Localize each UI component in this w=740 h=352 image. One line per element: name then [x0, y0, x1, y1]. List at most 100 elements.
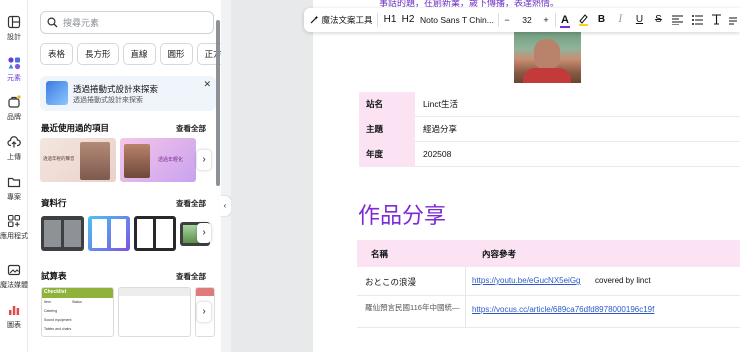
list-icon [691, 15, 703, 25]
chevron-right-icon[interactable]: › [197, 302, 211, 322]
recent-item-2[interactable]: 透過年輕化 [120, 138, 196, 182]
chip-line[interactable]: 直線 [122, 43, 156, 65]
filter-chips: 表格長方形直線圓形正方形 [40, 43, 221, 65]
elements-icon [8, 57, 21, 70]
rail-label: 元素 [7, 75, 21, 82]
info-table: 站名 Linct生活 主題 經過分享 年度 202508 [359, 92, 740, 167]
sheet-row: Tables and chairs [44, 327, 72, 331]
recent-see-all[interactable]: 查看全部 [176, 123, 206, 134]
chip-table[interactable]: 表格 [40, 43, 74, 65]
rail-item-projects[interactable]: 專案 [0, 175, 28, 202]
rail-label: 品牌 [7, 114, 21, 121]
info-key[interactable]: 站名 [359, 92, 415, 117]
info-row: 主題 經過分享 [359, 117, 740, 142]
text-color-button[interactable]: A [558, 8, 572, 32]
collapse-panel-button[interactable]: ‹ [219, 196, 231, 216]
sheet-row: Sound equipment [44, 318, 72, 322]
frames-section-title: 資料行 [41, 198, 67, 208]
frame-thumb-2[interactable] [88, 216, 130, 251]
works-header-name[interactable]: 名稱 [371, 248, 388, 260]
frames-see-all[interactable]: 查看全部 [176, 198, 206, 209]
heading2-button[interactable]: H2 [400, 8, 416, 32]
layout-icon [7, 15, 21, 29]
magic-media-icon [7, 264, 21, 276]
chip-circle[interactable]: 圓形 [159, 43, 193, 65]
sheets-section-title: 試算表 [41, 271, 67, 281]
sheets-see-all[interactable]: 查看全部 [176, 271, 206, 282]
sheet-thumb-2[interactable] [118, 287, 191, 337]
info-value[interactable]: 202508 [423, 142, 451, 167]
works-header-row: 名稱 內容參考 [357, 240, 740, 267]
font-size-input[interactable]: 32 [514, 8, 540, 32]
recent-card-text: 透過年輕的聲音 [43, 156, 75, 161]
underline-button[interactable]: U [633, 8, 646, 32]
work-link[interactable]: https://youtu.be/eGucNX5eiGg [472, 276, 581, 285]
font-family-select[interactable]: Noto Sans T Chin... [420, 8, 498, 32]
search-input[interactable] [63, 15, 203, 30]
work-name[interactable]: 羅仙預言民國116年中國統— [365, 302, 459, 313]
elements-panel: 表格長方形直線圓形正方形 透過捲動式設計來探索 透過捲動式設計來探索 ✕ 最近使… [28, 0, 221, 352]
promo-subtitle: 透過捲動式設計來探索 [73, 97, 143, 104]
left-rail: 設計 元素 品牌 上傳 專案 應用程式 魔法媒體工具 圖表 [0, 0, 28, 352]
rail-label: 魔法媒體工具 [0, 282, 28, 289]
section-heading[interactable]: 作品分享 [358, 198, 446, 230]
highlight-button[interactable] [576, 8, 590, 32]
recent-card-text: 透過年輕化 [158, 157, 184, 163]
rail-item-apps[interactable]: 應用程式 [0, 214, 28, 241]
rail-label: 上傳 [7, 154, 21, 161]
info-key[interactable]: 主題 [359, 117, 415, 142]
chevron-left-icon: ‹ [223, 201, 227, 210]
upload-icon [7, 136, 21, 148]
info-key[interactable]: 年度 [359, 142, 415, 167]
rail-item-upload[interactable]: 上傳 [0, 135, 28, 162]
spacing-button[interactable] [709, 8, 723, 32]
rail-item-brand[interactable]: 品牌 [0, 95, 28, 122]
strikethrough-button[interactable]: S [652, 8, 665, 32]
works-header-ref[interactable]: 內容參考 [482, 248, 516, 260]
more-button[interactable] [727, 8, 739, 32]
rail-label: 圖表 [7, 322, 21, 329]
sheet-col: Status [72, 300, 82, 304]
rail-item-magic-media[interactable]: 魔法媒體工具 [0, 263, 28, 290]
rail-item-charts[interactable]: 圖表 [0, 303, 28, 330]
rail-item-design[interactable]: 設計 [0, 15, 28, 42]
brand-icon [8, 95, 21, 108]
recent-item-1[interactable]: 透過年輕的聲音 [40, 138, 116, 182]
frame-thumb-3[interactable] [134, 216, 176, 251]
table-row: 羅仙預言民國116年中國統— https://vocus.cc/article/… [357, 296, 740, 328]
chevron-right-icon[interactable]: › [197, 223, 211, 243]
heading1-button[interactable]: H1 [382, 8, 398, 32]
sheet-header: Checklist [44, 289, 67, 295]
work-link[interactable]: https://vocus.cc/article/689ca76dfd89780… [472, 305, 654, 314]
recent-section-title: 最近使用過的項目 [41, 123, 110, 133]
italic-button[interactable]: I [614, 8, 627, 32]
sheet-thumb-1[interactable]: Checklist Item Status Catering Sound equ… [41, 287, 114, 337]
works-table: 名稱 內容參考 おとこの浪漫 https://youtu.be/eGucNX5e… [357, 240, 740, 328]
search-box[interactable] [40, 11, 214, 34]
rail-label: 專案 [7, 194, 21, 201]
panel-scrollbar[interactable] [216, 20, 220, 186]
sheet-row: Catering [44, 309, 58, 313]
close-icon[interactable]: ✕ [203, 79, 211, 90]
chart-icon [9, 306, 20, 315]
align-button[interactable] [670, 8, 684, 32]
profile-photo[interactable] [514, 30, 581, 83]
chip-rectangle[interactable]: 長方形 [77, 43, 119, 65]
text-spacing-icon [711, 14, 721, 25]
bold-button[interactable]: B [595, 8, 608, 32]
info-value[interactable]: 經過分享 [423, 117, 457, 142]
font-size-decrease[interactable]: − [501, 8, 513, 32]
magic-write-button[interactable]: 魔法文案工具 [310, 8, 374, 32]
promo-image [46, 81, 68, 105]
info-value[interactable]: Linct生活 [423, 92, 458, 117]
list-button[interactable] [690, 8, 704, 32]
magic-wand-icon [310, 15, 319, 24]
rail-item-elements[interactable]: 元素 [0, 56, 28, 83]
work-name[interactable]: おとこの浪漫 [365, 276, 416, 288]
work-note[interactable]: covered by linct [595, 276, 651, 285]
chevron-right-icon[interactable]: › [197, 150, 211, 170]
frame-thumb-1[interactable] [41, 216, 84, 251]
font-size-increase[interactable]: + [540, 8, 552, 32]
text-toolbar: 魔法文案工具 H1 H2 Noto Sans T Chin... − 32 + … [304, 8, 740, 32]
promo-banner[interactable]: 透過捲動式設計來探索 透過捲動式設計來探索 ✕ [40, 76, 216, 111]
